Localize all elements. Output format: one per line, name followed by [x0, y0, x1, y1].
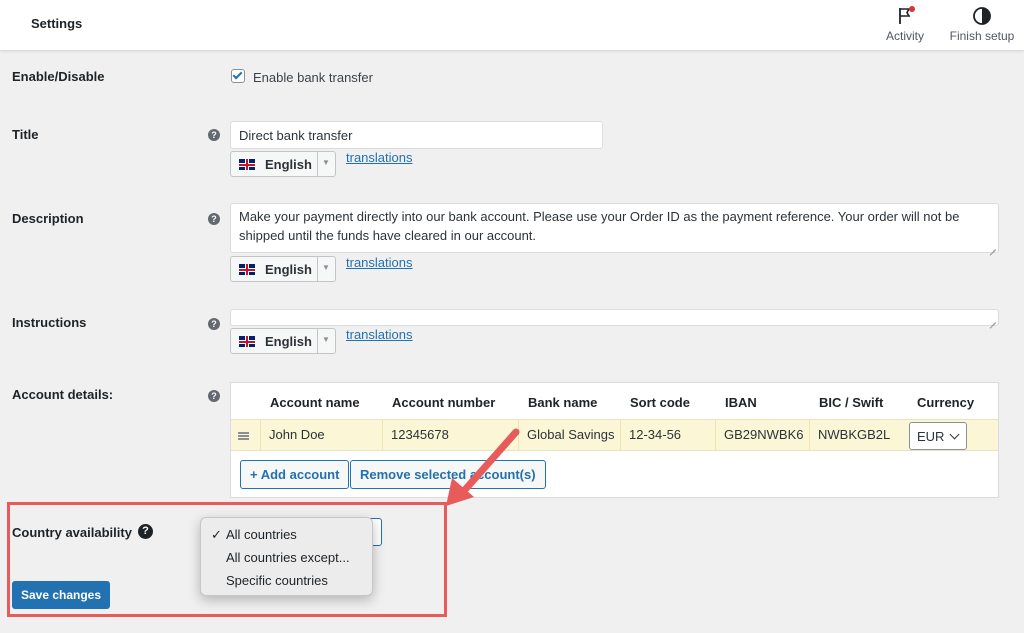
enable-bank-transfer-label[interactable]: Enable bank transfer	[253, 70, 373, 85]
column-header: Bank name	[528, 395, 598, 410]
page-title: Settings	[31, 16, 83, 31]
description-translations-link[interactable]: translations	[346, 255, 412, 270]
description-text: Make your payment directly into our bank…	[239, 209, 960, 243]
uk-flag-icon	[239, 264, 255, 275]
iban-cell[interactable]: GB29NWBK6	[715, 420, 809, 450]
account-name-cell[interactable]: John Doe	[260, 420, 382, 450]
option-specific-countries[interactable]: Specific countries	[226, 573, 328, 588]
help-icon[interactable]: ?	[138, 524, 153, 539]
half-circle-icon	[972, 6, 992, 26]
activity-label: Activity	[885, 29, 924, 43]
language-label: English	[265, 334, 312, 349]
instructions-language-select[interactable]: English ▼	[230, 328, 336, 354]
save-changes-button[interactable]: Save changes	[12, 581, 110, 609]
instructions-translations-link[interactable]: translations	[346, 327, 412, 342]
checkmark-icon	[232, 69, 243, 80]
country-availability-label: Country availability	[12, 525, 132, 540]
checkmark-icon: ✓	[211, 527, 222, 542]
drag-handle-icon[interactable]	[238, 432, 249, 440]
enable-bank-transfer-checkbox[interactable]	[231, 69, 245, 83]
option-all-countries[interactable]: All countries	[226, 527, 297, 542]
currency-value: EUR	[917, 429, 945, 444]
description-language-select[interactable]: English ▼	[230, 256, 336, 282]
finish-setup-button[interactable]: Finish setup	[944, 6, 1020, 43]
title-translations-link[interactable]: translations	[346, 150, 412, 165]
column-header: Account number	[392, 395, 496, 410]
account-number-cell[interactable]: 12345678	[382, 420, 518, 450]
title-label: Title	[12, 127, 39, 142]
help-icon[interactable]: ?	[208, 318, 220, 330]
resize-handle-icon[interactable]	[988, 315, 996, 323]
notification-dot	[909, 6, 915, 12]
resize-handle-icon[interactable]	[988, 242, 996, 250]
add-account-button[interactable]: + Add account	[240, 460, 350, 489]
instructions-textarea[interactable]	[230, 309, 999, 326]
account-details-label: Account details:	[12, 387, 114, 402]
sort-code-cell[interactable]: 12-34-56	[620, 420, 715, 450]
enable-disable-label: Enable/Disable	[12, 69, 105, 84]
description-label: Description	[12, 211, 84, 226]
column-header: BIC / Swift	[819, 395, 884, 410]
activity-button[interactable]: Activity	[880, 6, 930, 43]
instructions-label: Instructions	[12, 315, 87, 330]
bank-name-cell[interactable]: Global Savings	[518, 420, 620, 450]
help-icon[interactable]: ?	[208, 129, 220, 141]
title-input[interactable]: Direct bank transfer	[230, 121, 603, 149]
option-all-countries-except[interactable]: All countries except...	[226, 550, 350, 565]
column-header: Currency	[917, 395, 975, 410]
flag-icon	[895, 6, 915, 26]
table-row[interactable]: John Doe 12345678 Global Savings 12-34-5…	[231, 419, 998, 451]
caret-down-icon: ▼	[322, 263, 330, 272]
language-label: English	[265, 262, 312, 277]
bic-swift-cell[interactable]: NWBKGB2L	[809, 420, 907, 450]
column-header: Account name	[270, 395, 360, 410]
caret-down-icon: ▼	[322, 158, 330, 167]
finish-setup-label: Finish setup	[949, 29, 1015, 43]
uk-flag-icon	[239, 336, 255, 347]
chevron-down-icon	[949, 429, 960, 440]
caret-down-icon: ▼	[322, 335, 330, 344]
help-icon[interactable]: ?	[208, 213, 220, 225]
account-details-table: Account name Account number Bank name So…	[230, 382, 999, 498]
column-header: IBAN	[725, 395, 757, 410]
column-header: Sort code	[630, 395, 690, 410]
currency-select[interactable]: EUR	[909, 422, 967, 450]
title-language-select[interactable]: English ▼	[230, 151, 336, 177]
language-label: English	[265, 157, 312, 172]
country-options-dropdown[interactable]: ✓ All countries All countries except... …	[200, 517, 373, 596]
top-bar: Settings Activity Finish setup	[0, 0, 1024, 50]
description-textarea[interactable]: Make your payment directly into our bank…	[230, 203, 999, 253]
help-icon[interactable]: ?	[208, 390, 220, 402]
remove-accounts-button[interactable]: Remove selected account(s)	[350, 460, 546, 489]
uk-flag-icon	[239, 159, 255, 170]
